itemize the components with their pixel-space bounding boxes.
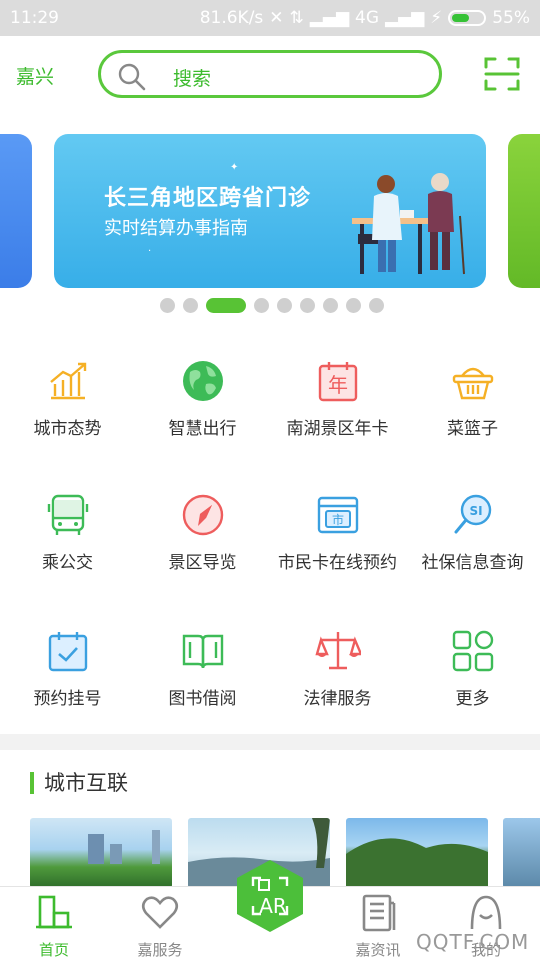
- ar-scan-button[interactable]: AR: [235, 858, 305, 934]
- user-icon: [470, 895, 502, 930]
- globe-icon: [182, 361, 223, 401]
- mountain-image: [346, 838, 488, 886]
- carousel-dot[interactable]: [254, 298, 269, 313]
- service-label: 南湖景区年卡: [286, 419, 389, 439]
- svg-text:SI: SI: [469, 504, 482, 518]
- service-label: 法律服务: [303, 689, 372, 709]
- search-placeholder: 搜索: [173, 68, 212, 90]
- news-icon: [362, 894, 396, 932]
- carousel-dot[interactable]: [206, 298, 246, 313]
- tab-label: 嘉资讯: [355, 941, 401, 959]
- service-label: 社保信息查询: [421, 553, 524, 573]
- network-speed: 81.6K/s: [199, 8, 264, 28]
- scales-icon: [314, 632, 363, 670]
- carousel-dot[interactable]: [323, 298, 338, 313]
- compass-icon: [182, 494, 223, 536]
- carousel-dot[interactable]: [346, 298, 361, 313]
- tab-label: 嘉服务: [137, 941, 183, 959]
- scan-icon[interactable]: [484, 56, 520, 92]
- carousel-dot[interactable]: [160, 298, 175, 313]
- signal-icon: ▂▄▆: [309, 8, 350, 28]
- more-grid-icon: [452, 630, 493, 672]
- service-label: 市民卡在线预约: [278, 553, 397, 573]
- tab-services[interactable]: 嘉服务: [110, 893, 210, 960]
- city-thumbnail[interactable]: [30, 818, 172, 886]
- svg-text:市: 市: [331, 512, 343, 527]
- service-nanhu-annual-card[interactable]: 年 南湖景区年卡: [270, 358, 405, 440]
- chart-up-icon: [49, 362, 86, 400]
- status-indicators: 81.6K/s ✕ ⇅ ▂▄▆ 4G ▂▄▆ ⚡ 55%: [200, 8, 530, 28]
- app-header: 嘉兴 搜索: [0, 36, 540, 112]
- service-label: 智慧出行: [168, 419, 237, 439]
- section-title: 城市互联: [30, 772, 128, 794]
- calendar-check-icon: [48, 632, 87, 672]
- city-thumbnail[interactable]: [346, 818, 488, 886]
- banner-prev-slide[interactable]: [0, 134, 32, 288]
- service-label: 更多: [455, 689, 490, 709]
- service-library[interactable]: 图书借阅: [135, 628, 270, 710]
- city-skyline-image: [88, 830, 160, 864]
- service-scenic-guide[interactable]: 景区导览: [135, 492, 270, 574]
- service-label: 菜篮子: [447, 419, 498, 439]
- heart-icon: [141, 896, 179, 929]
- tab-label: 首页: [38, 941, 69, 959]
- banner-carousel[interactable]: ✦ · 长三角地区跨省门诊 实时结算办事指南: [0, 112, 540, 332]
- status-time: 11:29: [10, 8, 59, 28]
- doctor-patient-illustration: [352, 173, 465, 275]
- carousel-dot[interactable]: [277, 298, 292, 313]
- tab-news[interactable]: 嘉资讯: [328, 893, 428, 960]
- service-label: 城市态势: [33, 419, 102, 439]
- service-legal[interactable]: 法律服务: [270, 628, 405, 710]
- banner-slide[interactable]: ✦ · 长三角地区跨省门诊 实时结算办事指南: [54, 134, 486, 288]
- battery-percent: 55%: [492, 8, 530, 28]
- watermark: QQTF.COM: [416, 930, 530, 954]
- service-social-security[interactable]: SI 社保信息查询: [405, 492, 540, 574]
- network-type: 4G: [355, 8, 380, 28]
- sparkle-icon: ·: [148, 246, 152, 257]
- service-bus[interactable]: 乘公交: [0, 492, 135, 574]
- sparkle-icon: ✦: [230, 162, 239, 173]
- charging-icon: ⚡: [430, 8, 443, 28]
- ar-label: AR: [259, 894, 287, 918]
- service-smart-travel[interactable]: 智慧出行: [135, 358, 270, 440]
- citizen-card-icon: 市: [317, 496, 358, 534]
- svg-text:年: 年: [328, 373, 348, 397]
- carousel-dot[interactable]: [183, 298, 198, 313]
- service-label: 图书借阅: [168, 689, 237, 709]
- battery-fill: [452, 14, 469, 22]
- signal-icon-2: ▂▄▆: [385, 8, 425, 28]
- banner-next-slide[interactable]: [508, 134, 540, 288]
- basket-icon: [452, 367, 493, 400]
- city-selector[interactable]: 嘉兴: [16, 62, 54, 89]
- banner-subtitle: 实时结算办事指南: [104, 218, 248, 239]
- carousel-indicator: [160, 298, 384, 313]
- carousel-dot[interactable]: [300, 298, 315, 313]
- home-building-icon: [36, 895, 72, 929]
- tab-home[interactable]: 首页: [4, 893, 104, 960]
- service-grid: 城市态势 智慧出行 年 南湖景区年卡 菜篮子 乘公交 景区导览 市 市民卡在线预…: [0, 332, 540, 734]
- service-label: 乘公交: [42, 553, 93, 573]
- service-citizen-card[interactable]: 市 市民卡在线预约: [270, 492, 405, 574]
- service-label: 预约挂号: [33, 689, 102, 709]
- bus-icon: [47, 494, 88, 535]
- data-transfer-icon: ⇅: [289, 8, 304, 28]
- status-bar: 11:29 81.6K/s ✕ ⇅ ▂▄▆ 4G ▂▄▆ ⚡ 55%: [0, 0, 540, 36]
- mute-icon: ✕: [269, 8, 284, 28]
- service-label: 景区导览: [168, 553, 237, 573]
- service-vegetable-basket[interactable]: 菜篮子: [405, 358, 540, 440]
- carousel-dot[interactable]: [369, 298, 384, 313]
- search-icon: [118, 63, 146, 91]
- service-appointment[interactable]: 预约挂号: [0, 628, 135, 710]
- service-city-status[interactable]: 城市态势: [0, 358, 135, 440]
- battery-icon: [448, 10, 487, 26]
- banner-title: 长三角地区跨省门诊: [104, 186, 312, 211]
- search-input[interactable]: 搜索: [98, 50, 442, 98]
- book-icon: [182, 634, 223, 669]
- city-thumbnail[interactable]: [503, 818, 540, 886]
- calendar-year-icon: 年: [318, 362, 357, 402]
- service-more[interactable]: 更多: [405, 628, 540, 710]
- social-security-search-icon: SI: [454, 494, 491, 534]
